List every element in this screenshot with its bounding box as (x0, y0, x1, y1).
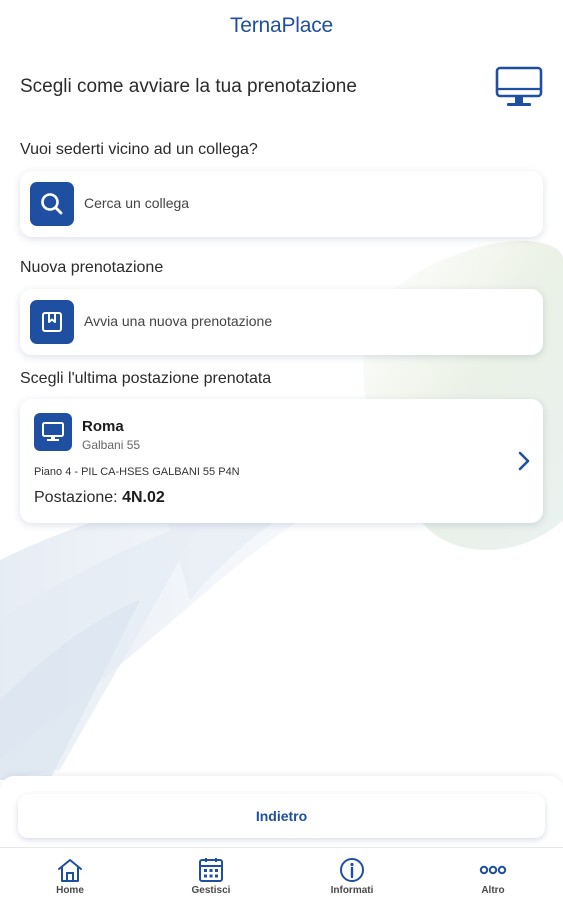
home-icon (58, 859, 82, 882)
colleague-section-label: Vuoi sederti vicino ad un collega? (20, 141, 258, 158)
header-row: Scegli come avviare la tua prenotazione (20, 66, 543, 110)
seat-label: Postazione: (34, 489, 118, 506)
last-booking-section-label: Scegli l'ultima postazione prenotata (20, 370, 272, 387)
search-icon (41, 193, 63, 215)
info-icon (340, 858, 364, 882)
seat-code: 4N.02 (122, 489, 165, 506)
bottom-nav: Home Gestisci Informati Altro (0, 847, 563, 901)
app-logo: TernaPlace (229, 14, 334, 37)
desktop-icon-tile (34, 413, 72, 451)
booking-city: Roma (82, 418, 124, 435)
last-booking-card[interactable]: Roma Galbani 55 Piano 4 - PIL CA-HSES GA… (20, 399, 543, 523)
nav-item-informati[interactable]: Informati (282, 848, 422, 901)
nav-item-altro[interactable]: Altro (423, 848, 563, 901)
page-title: Scegli come avviare la tua prenotazione (20, 76, 357, 97)
monitor-icon[interactable] (495, 66, 543, 110)
nav-label-gestisci: Gestisci (191, 885, 231, 896)
nav-item-gestisci[interactable]: Gestisci (141, 848, 281, 901)
more-icon (479, 865, 507, 875)
nav-label-informati: Informati (330, 885, 374, 896)
new-booking-section-label: Nuova prenotazione (20, 259, 164, 276)
booking-address: Galbani 55 (82, 438, 141, 452)
desktop-icon (42, 422, 64, 441)
chevron-right-icon[interactable] (515, 449, 533, 473)
search-colleague-card[interactable]: Cerca un collega (20, 171, 543, 237)
nav-label-altro: Altro (481, 885, 505, 896)
bookmark-icon (42, 312, 62, 332)
search-icon-tile (30, 182, 74, 226)
booking-seat-line: Postazione: 4N.02 (34, 489, 165, 507)
new-booking-card[interactable]: Avvia una nuova prenotazione (20, 289, 543, 355)
bookmark-icon-tile (30, 300, 74, 344)
nav-item-home[interactable]: Home (0, 848, 140, 901)
booking-floor: Piano 4 - PIL CA-HSES GALBANI 55 P4N (34, 466, 240, 478)
back-button[interactable]: Indietro (18, 794, 545, 838)
new-booking-label: Avvia una nuova prenotazione (84, 313, 273, 329)
nav-label-home: Home (56, 885, 84, 896)
search-colleague-label: Cerca un collega (84, 195, 190, 211)
calendar-icon (199, 858, 223, 882)
